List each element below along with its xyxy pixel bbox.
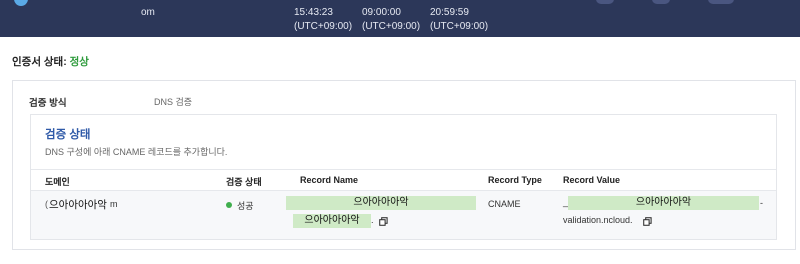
record-name-masked-2: 으아아아아악	[293, 214, 371, 228]
record-name-tail: .	[371, 215, 374, 225]
copy-record-name-icon[interactable]	[379, 217, 388, 226]
header-tz-2: (UTC+09:00)	[362, 21, 421, 32]
verification-panel: 검증 방식 DNS 검증 검증 상태 DNS 구성에 아래 CNAME 레코드를…	[12, 80, 796, 250]
record-value-line2: validation.ncloud.	[563, 215, 633, 225]
table-row: ( 으아아아아악 m 성공 으아아아아악 으아아아아악 . CNAME _ 으아…	[31, 191, 776, 239]
certificate-status-value: 정상	[69, 56, 89, 68]
header-time-1: 15:43:23	[294, 7, 333, 18]
domain-masked: 으아아아아악	[49, 199, 107, 211]
header-domain-fragment: om	[141, 7, 155, 18]
top-header-band: om 15:43:23 (UTC+09:00) 09:00:00 (UTC+09…	[0, 0, 800, 37]
table-header: 도메인 검증 상태 Record Name Record Type Record…	[31, 169, 776, 191]
logo-icon	[14, 0, 28, 6]
header-tz-3: (UTC+09:00)	[430, 21, 489, 32]
verification-status-text: 성공	[237, 201, 254, 211]
column-header-status: 검증 상태	[226, 177, 262, 187]
header-time-2: 09:00:00	[362, 7, 401, 18]
header-tz-1: (UTC+09:00)	[294, 21, 353, 32]
verification-method-row: 검증 방식 DNS 검증	[13, 81, 795, 113]
column-header-domain: 도메인	[45, 177, 70, 187]
record-name-masked: 으아아아아악	[286, 196, 476, 210]
certificate-status-label: 인증서 상태:	[12, 56, 67, 68]
verification-status-cell: 성공	[226, 199, 254, 212]
record-value-masked: 으아아아아악	[568, 196, 759, 210]
domain-suffix: m	[110, 199, 118, 209]
header-action-button[interactable]	[652, 0, 670, 4]
domain-prefix: (	[45, 199, 48, 209]
column-header-record-value: Record Value	[563, 175, 621, 185]
header-action-button[interactable]	[708, 0, 734, 4]
verification-status-description: DNS 구성에 아래 CNAME 레코드를 추가합니다.	[45, 147, 228, 157]
certificate-status: 인증서 상태: 정상	[12, 54, 89, 69]
success-status-icon	[226, 202, 232, 208]
verification-status-title: 검증 상태	[45, 129, 91, 141]
verification-status-card: 검증 상태 DNS 구성에 아래 CNAME 레코드를 추가합니다. 도메인 검…	[30, 114, 777, 240]
verification-status-header: 검증 상태 DNS 구성에 아래 CNAME 레코드를 추가합니다.	[31, 115, 776, 167]
header-action-button[interactable]	[596, 0, 614, 4]
verification-method-value: DNS 검증	[154, 97, 193, 107]
column-header-record-type: Record Type	[488, 175, 542, 185]
header-time-3: 20:59:59	[430, 7, 469, 18]
copy-record-value-icon[interactable]	[643, 217, 652, 226]
verification-method-label: 검증 방식	[29, 98, 67, 109]
record-value-suffix: -	[760, 198, 763, 208]
column-header-record-name: Record Name	[300, 175, 359, 185]
record-type: CNAME	[488, 199, 521, 209]
